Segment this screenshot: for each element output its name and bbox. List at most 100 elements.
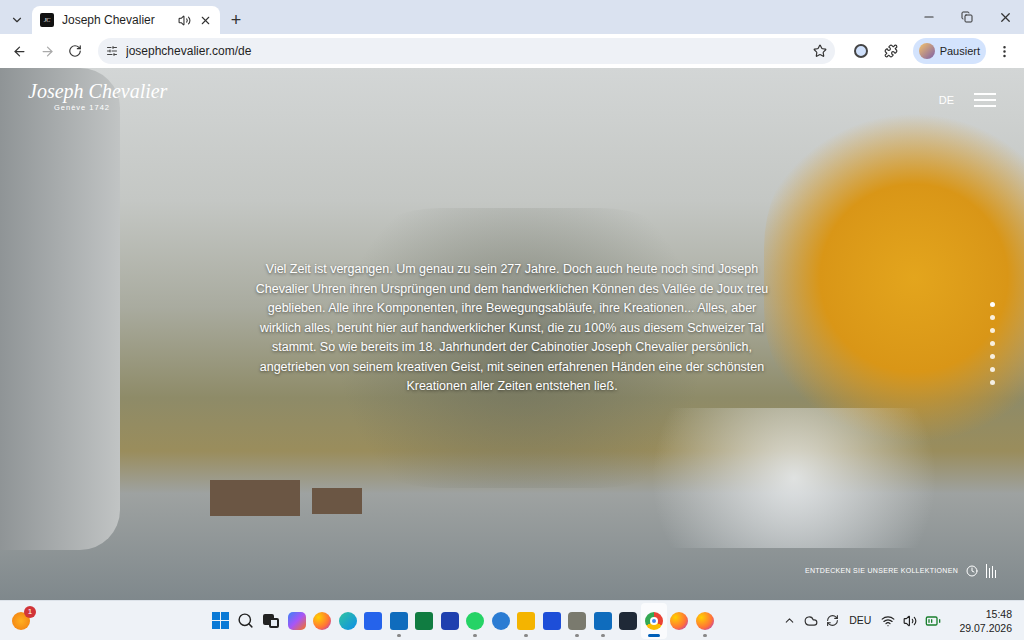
minimize-icon [922,10,936,24]
hamburger-menu[interactable] [974,93,996,107]
system-tray: DEU 15:4829.07.2026 [743,607,1012,635]
taskbar-app[interactable] [310,603,336,639]
taskbar-app[interactable] [692,603,718,639]
collections-link[interactable]: ENTDECKEN SIE UNSERE KOLLEKTIONEN [805,566,958,577]
audio-icon [178,14,191,27]
chrome-icon [645,612,663,630]
app-icon [568,612,586,630]
clock[interactable]: 15:4829.07.2026 [949,607,1012,635]
favicon: JC [40,13,54,27]
sync-icon[interactable] [826,614,839,627]
slide-dot[interactable] [990,354,995,359]
app-icon [313,612,331,630]
app-icon [492,612,510,630]
reload-button[interactable] [64,44,86,58]
tray-overflow-icon[interactable] [783,614,796,627]
menu-icon [997,44,1012,59]
slide-dot[interactable] [990,341,995,346]
wifi-icon[interactable] [881,614,895,628]
taskbar-app[interactable] [412,603,438,639]
tab-title: Joseph Chevalier [62,11,170,29]
language-switch[interactable]: DE [939,92,954,109]
taskbar-app[interactable] [514,603,540,639]
extension-button[interactable] [849,44,873,58]
site-logo[interactable]: Joseph ChevalierGenève 1742 [28,80,167,113]
browser-tab[interactable]: JC Joseph Chevalier [32,6,220,34]
extensions-button[interactable] [879,44,903,58]
back-icon [12,44,27,59]
browser-toolbar: josephchevalier.com/de Pausiert [0,34,1024,68]
taskbar-app[interactable] [463,603,489,639]
slide-dot[interactable] [990,328,995,333]
address-bar[interactable]: josephchevalier.com/de [98,38,835,64]
taskbar-app[interactable] [488,603,514,639]
back-button[interactable] [8,44,30,59]
search-icon [237,612,254,629]
time: 15:48 [986,607,1012,621]
running-indicator [524,634,528,637]
clock-icon [966,565,978,577]
taskbar-app[interactable] [233,603,259,639]
close-tab-icon[interactable] [199,14,212,27]
intro-paragraph: Viel Zeit ist vergangen. Um genau zu sei… [252,260,772,397]
input-language[interactable]: DEU [847,613,873,629]
app-icon [619,612,637,630]
running-indicator [397,634,401,637]
forward-button[interactable] [36,44,58,59]
forward-icon [40,44,55,59]
taskbar: 1 DEU 15:4829.07.2026 [0,600,1024,640]
taskbar-app[interactable] [641,603,667,639]
taskbar-app[interactable] [386,603,412,639]
taskbar-app[interactable] [437,603,463,639]
taskbar-app[interactable] [361,603,387,639]
taskbar-app[interactable] [259,603,285,639]
windows-start-icon [212,612,229,629]
taskbar-app[interactable] [590,603,616,639]
minimize-button[interactable] [910,0,948,34]
extension-icon [854,44,868,58]
date: 29.07.2026 [959,621,1012,635]
new-tab-button[interactable]: + [222,6,250,34]
cloud-icon[interactable] [804,614,818,628]
app-icon [441,612,459,630]
site-info-icon[interactable] [106,45,118,57]
menu-button[interactable] [992,44,1016,59]
profile-button[interactable]: Pausiert [913,38,986,64]
slide-dot[interactable] [990,380,995,385]
tab-search-button[interactable] [6,6,28,34]
slide-dot[interactable] [990,315,995,320]
taskbar-app[interactable] [284,603,310,639]
app-icon [415,612,433,630]
bookmark-star-icon[interactable] [813,44,827,58]
taskbar-app[interactable] [616,603,642,639]
chevron-down-icon [10,13,24,27]
taskbar-app[interactable] [335,603,361,639]
bars-icon [986,564,996,578]
taskbar-app[interactable] [208,603,234,639]
running-indicator [473,634,477,637]
running-indicator [648,634,660,637]
address-text: josephchevalier.com/de [126,42,805,60]
running-indicator [575,634,579,637]
slide-dot[interactable] [990,367,995,372]
screen: JCJoseph Chevalier+josephchevalier.com/d… [0,0,1024,640]
taskbar-app[interactable] [539,603,565,639]
taskbar-apps [208,603,718,639]
restore-button[interactable] [948,0,986,34]
app-icon [670,612,688,630]
close-window-button[interactable] [986,0,1024,34]
volume-icon[interactable] [903,614,917,628]
slide-dot[interactable] [990,302,995,307]
website-hero: Joseph ChevalierGenève 1742 DE Viel Zeit i… [0,68,1024,600]
tab-strip: JC Joseph Chevalier + [0,0,1024,34]
running-indicator [601,634,605,637]
battery-icon[interactable] [925,613,941,629]
profile-label: Pausiert [940,43,980,60]
app-icon [696,612,714,630]
widgets-button[interactable]: 1 [12,612,52,630]
restore-icon [961,11,973,23]
taskbar-app[interactable] [667,603,693,639]
avatar-icon [919,43,935,59]
taskbar-app[interactable] [565,603,591,639]
app-icon [466,612,484,630]
